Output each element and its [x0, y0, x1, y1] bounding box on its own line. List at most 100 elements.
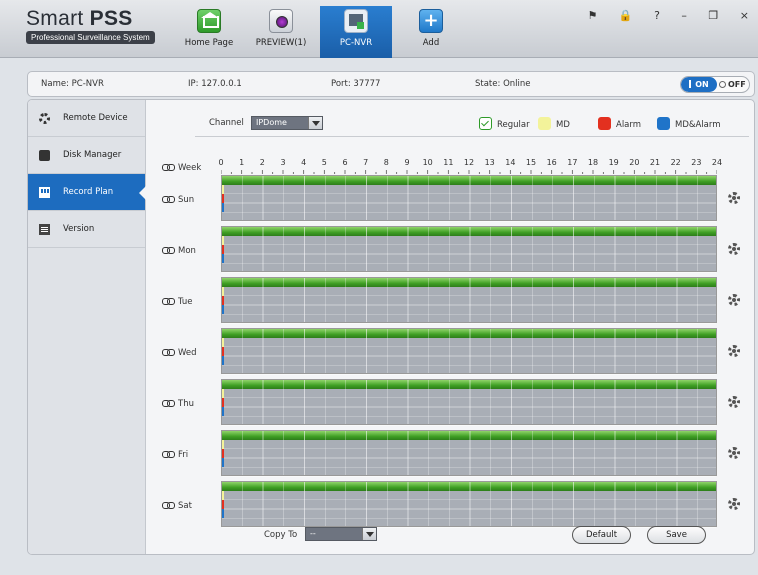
- day-row-sun: Sun: [146, 175, 754, 222]
- legend-regular: Regular: [479, 117, 530, 132]
- main-panel: Remote Device Disk Manager Record Plan V…: [27, 99, 755, 555]
- day-schedule-grid[interactable]: [221, 481, 717, 528]
- tab-add[interactable]: + Add: [403, 6, 459, 58]
- md-marker: [222, 287, 224, 296]
- gear-icon[interactable]: [728, 192, 740, 204]
- link-icon: [162, 298, 175, 305]
- sidebar-item-version[interactable]: Version: [28, 211, 145, 248]
- gear-icon[interactable]: [728, 396, 740, 408]
- link-icon: [162, 164, 175, 171]
- app-title: Smart PSS: [26, 7, 133, 30]
- record-icon: [39, 187, 50, 198]
- md-marker: [222, 185, 224, 194]
- tab-preview[interactable]: PREVIEW(1): [248, 6, 314, 58]
- alarm-marker: [222, 347, 224, 356]
- week-row-label[interactable]: Week: [162, 163, 201, 173]
- day-schedule-grid[interactable]: [221, 328, 717, 375]
- md-alarm-swatch: [657, 117, 670, 130]
- copy-to-select[interactable]: --: [305, 527, 377, 541]
- channel-select[interactable]: IPDome: [251, 116, 323, 130]
- gear-icon[interactable]: [728, 447, 740, 459]
- sidebar-item-label: Version: [63, 224, 95, 234]
- disk-icon: [39, 150, 50, 161]
- sidebar-item-disk-manager[interactable]: Disk Manager: [28, 137, 145, 174]
- window-controls[interactable]: ⚑ 🔒 ? – ❐ ×: [588, 9, 758, 22]
- sidebar-item-record-plan[interactable]: Record Plan: [28, 174, 146, 211]
- day-row-wed: Wed: [146, 328, 754, 375]
- tab-label: PC-NVR: [339, 38, 373, 48]
- check-icon: [479, 117, 492, 130]
- md-alarm-marker: [222, 254, 224, 263]
- off-option[interactable]: OFF: [719, 77, 746, 92]
- sidebar-item-remote-device[interactable]: Remote Device: [28, 100, 145, 137]
- day-label[interactable]: Tue: [162, 297, 193, 307]
- device-ip: IP: 127.0.0.1: [188, 79, 242, 89]
- day-name: Fri: [178, 450, 189, 460]
- default-button[interactable]: Default: [572, 526, 631, 544]
- link-icon: [162, 451, 175, 458]
- day-name: Sun: [178, 195, 195, 205]
- divider: [195, 136, 749, 137]
- day-schedule-grid[interactable]: [221, 277, 717, 324]
- hour-label: 2: [259, 158, 265, 167]
- gear-icon[interactable]: [728, 243, 740, 255]
- day-schedule-grid[interactable]: [221, 430, 717, 477]
- hour-label: 12: [463, 158, 475, 167]
- legend-md-alarm: MD&Alarm: [657, 117, 721, 132]
- app-subtitle: Professional Surveillance System: [26, 31, 155, 44]
- alarm-marker: [222, 449, 224, 458]
- day-schedule-grid[interactable]: [221, 226, 717, 273]
- hour-label: 9: [404, 158, 410, 167]
- hour-label: 15: [525, 158, 537, 167]
- day-label[interactable]: Sat: [162, 501, 192, 511]
- grid-columns: [222, 176, 716, 220]
- day-label[interactable]: Sun: [162, 195, 194, 205]
- md-marker: [222, 389, 224, 398]
- tab-pc-nvr[interactable]: PC-NVR: [320, 6, 392, 58]
- day-row-mon: Mon: [146, 226, 754, 273]
- gear-icon[interactable]: [728, 345, 740, 357]
- day-name: Wed: [178, 348, 197, 358]
- day-label[interactable]: Thu: [162, 399, 194, 409]
- sidebar: Remote Device Disk Manager Record Plan V…: [28, 100, 146, 554]
- hour-label: 3: [280, 158, 286, 167]
- day-schedule-grid[interactable]: [221, 379, 717, 426]
- copy-to-label: Copy To: [264, 530, 298, 540]
- day-label[interactable]: Fri: [162, 450, 188, 460]
- save-button[interactable]: Save: [647, 526, 706, 544]
- day-label[interactable]: Mon: [162, 246, 196, 256]
- day-name: Sat: [178, 501, 192, 511]
- sidebar-item-label: Record Plan: [63, 187, 114, 197]
- hour-label: 23: [691, 158, 702, 167]
- gear-icon[interactable]: [728, 294, 740, 306]
- link-icon: [162, 349, 175, 356]
- day-schedule-grid[interactable]: [221, 175, 717, 222]
- tab-label: Add: [422, 38, 440, 48]
- tab-home-page[interactable]: Home Page: [181, 6, 237, 58]
- on-off-toggle[interactable]: ON OFF: [680, 76, 750, 93]
- day-row-sat: Sat: [146, 481, 754, 528]
- nvr-icon: [344, 9, 368, 33]
- md-alarm-marker: [222, 509, 224, 518]
- day-label[interactable]: Wed: [162, 348, 197, 358]
- hour-label: 21: [649, 158, 661, 167]
- alarm-marker: [222, 398, 224, 407]
- sidebar-item-label: Disk Manager: [63, 150, 122, 160]
- day-row-fri: Fri: [146, 430, 754, 477]
- link-icon: [162, 502, 175, 509]
- hour-label: 13: [484, 158, 495, 167]
- link-icon: [162, 247, 175, 254]
- hour-label: 24: [711, 158, 723, 167]
- hour-label: 18: [587, 158, 599, 167]
- hour-label: 0: [218, 158, 224, 167]
- tab-label: PREVIEW(1): [255, 38, 307, 48]
- hour-label: 14: [505, 158, 516, 167]
- gear-icon[interactable]: [728, 498, 740, 510]
- alarm-marker: [222, 296, 224, 305]
- alarm-swatch: [598, 117, 611, 130]
- plus-icon: +: [419, 9, 443, 33]
- tab-label: Home Page: [184, 38, 234, 48]
- on-option[interactable]: ON: [681, 77, 717, 92]
- device-port: Port: 37777: [331, 79, 381, 89]
- grid-columns: [222, 431, 716, 475]
